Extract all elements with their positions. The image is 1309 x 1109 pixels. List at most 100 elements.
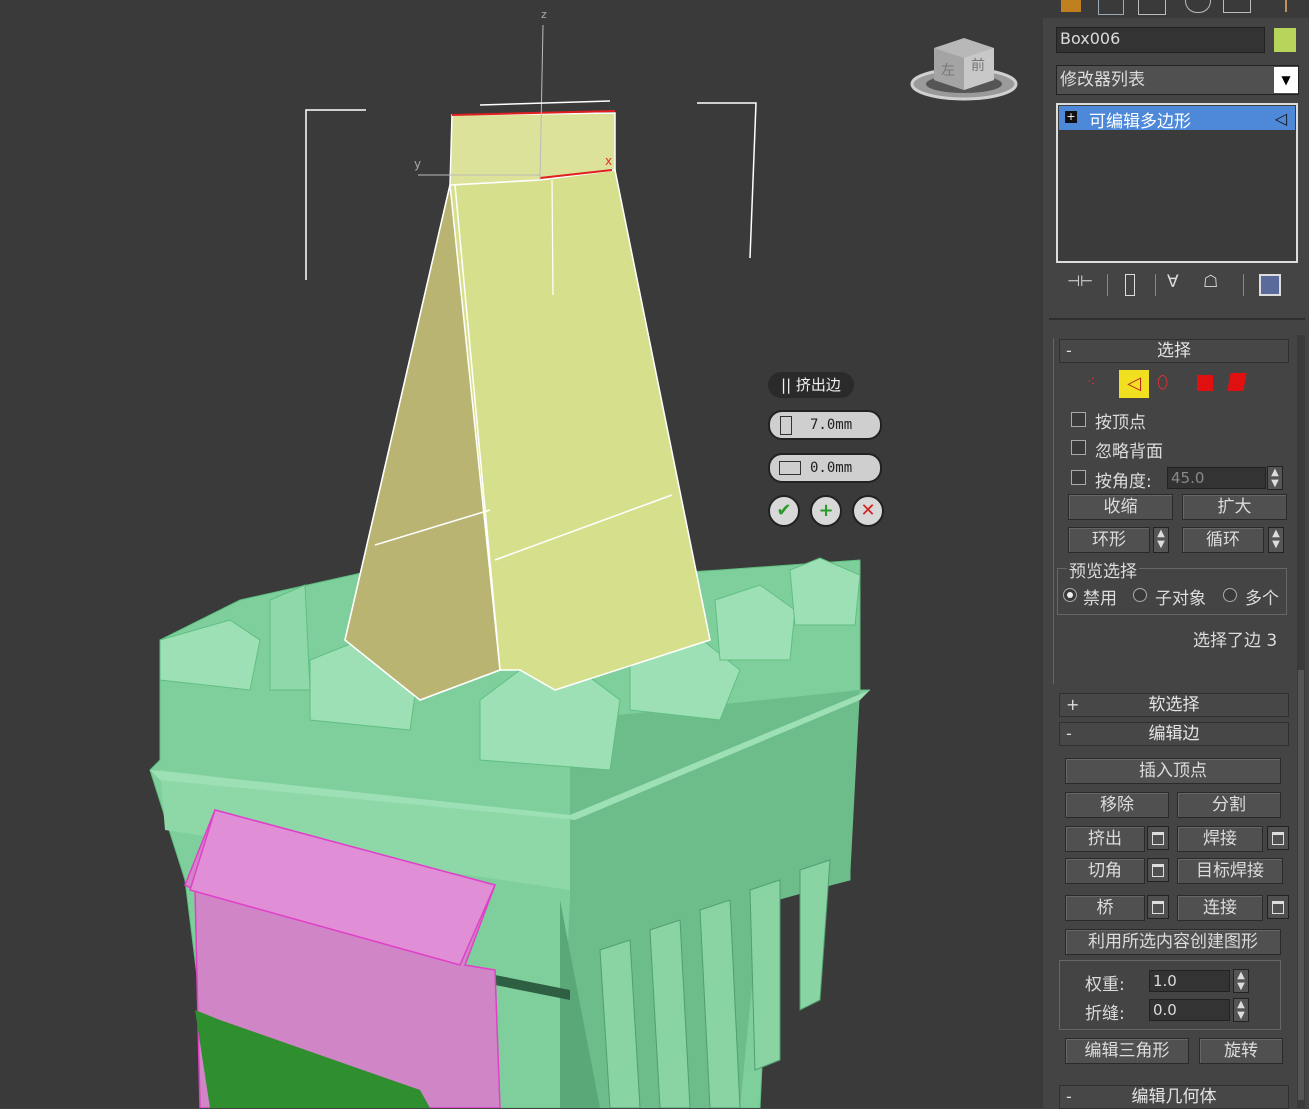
preview-selection-label: 预览选择: [1067, 557, 1139, 582]
angle-value-field[interactable]: 45.0: [1167, 467, 1266, 489]
connect-button[interactable]: 连接: [1177, 895, 1263, 921]
configure-sets-icon[interactable]: [1259, 274, 1281, 296]
tower-model-render: z y x 左 前: [0, 0, 1043, 1108]
make-unique-icon[interactable]: ∀: [1167, 272, 1179, 292]
caddy-ok-button[interactable]: ✔: [768, 495, 800, 527]
modifier-stack[interactable]: + 可编辑多边形 ◁: [1056, 103, 1298, 263]
soft-selection-rollout-header[interactable]: + 软选择: [1059, 693, 1289, 717]
display-tab-icon[interactable]: [1223, 0, 1251, 13]
crease-field[interactable]: 0.0: [1149, 999, 1230, 1021]
show-end-result-icon[interactable]: [1125, 274, 1135, 296]
pin-stack-icon[interactable]: ⊣⊢: [1067, 272, 1093, 290]
edit-geometry-rollout-header[interactable]: - 编辑几何体: [1059, 1085, 1289, 1109]
extrude-height-value: 7.0mm: [810, 417, 853, 433]
weight-field[interactable]: 1.0: [1149, 970, 1230, 992]
panel-scrollbar-thumb[interactable]: [1298, 670, 1304, 1100]
object-name-field[interactable]: Box006: [1056, 27, 1265, 53]
grow-button[interactable]: 扩大: [1182, 494, 1287, 520]
border-mode-icon[interactable]: ⬯: [1157, 372, 1168, 393]
preview-subobject-radio[interactable]: [1133, 588, 1147, 602]
modifier-list-dropdown[interactable]: 修改器列表 ▼: [1056, 65, 1299, 95]
width-icon: [779, 461, 801, 475]
axis-x-label: x: [605, 154, 612, 168]
preview-multi-radio[interactable]: [1223, 588, 1237, 602]
create-shape-button[interactable]: 利用所选内容创建图形: [1065, 929, 1281, 955]
weight-spinner[interactable]: ▲ ▼: [1233, 969, 1249, 993]
extrude-height-field[interactable]: 7.0mm: [768, 410, 882, 440]
weld-settings-button[interactable]: [1267, 826, 1289, 850]
chevron-down-icon[interactable]: ▼: [1274, 67, 1298, 93]
target-weld-button[interactable]: 目标焊接: [1177, 858, 1283, 884]
viewcube-front-label: 前: [971, 57, 985, 74]
preview-disabled-label: 禁用: [1083, 589, 1117, 609]
utilities-tab-icon[interactable]: [1265, 0, 1287, 12]
preview-disabled-radio[interactable]: [1063, 588, 1077, 602]
extrude-width-field[interactable]: 0.0mm: [768, 453, 882, 483]
loop-button[interactable]: 循环: [1182, 527, 1264, 553]
edit-geometry-title: 编辑几何体: [1131, 1087, 1217, 1107]
polygon-mode-icon[interactable]: [1197, 375, 1213, 391]
soft-selection-title: 软选择: [1148, 695, 1200, 715]
bridge-button[interactable]: 桥: [1065, 895, 1145, 921]
cross-icon: ✕: [860, 500, 876, 521]
crease-label: 折缝:: [1085, 1004, 1125, 1024]
weld-button[interactable]: 焊接: [1177, 826, 1263, 852]
ring-button[interactable]: 环形: [1068, 527, 1150, 553]
connect-settings-button[interactable]: [1267, 895, 1289, 919]
extrude-width-value: 0.0mm: [810, 460, 853, 476]
by-vertex-checkbox[interactable]: [1071, 412, 1086, 427]
element-mode-icon[interactable]: [1227, 373, 1247, 391]
command-panel: Box006 修改器列表 ▼ + 可编辑多边形 ◁ ⊣⊢ ∀ ☖ - 选择 ⁖ ◁…: [1043, 0, 1309, 1109]
extrude-button[interactable]: 挤出: [1065, 826, 1145, 852]
perspective-viewport[interactable]: z y x 左 前 || 挤出边 7.0mm 0.0mm ✔ + ✕: [0, 0, 1043, 1108]
stack-toolbar: ⊣⊢ ∀ ☖: [1063, 272, 1293, 298]
edit-edges-title: 编辑边: [1148, 724, 1200, 744]
crease-spinner[interactable]: ▲ ▼: [1233, 998, 1249, 1022]
axis-z-label: z: [541, 8, 547, 21]
ring-spinner[interactable]: ▲ ▼: [1153, 527, 1169, 553]
modify-tab-icon[interactable]: [1098, 0, 1124, 15]
check-icon: ✔: [776, 500, 792, 521]
plus-icon: +: [818, 500, 834, 521]
shrink-button[interactable]: 收缩: [1068, 494, 1173, 520]
object-color-swatch[interactable]: [1274, 28, 1296, 52]
turn-button[interactable]: 旋转: [1199, 1038, 1283, 1064]
panel-scrollbar[interactable]: [1297, 335, 1305, 1108]
motion-tab-icon[interactable]: [1185, 0, 1211, 13]
ignore-backfacing-label: 忽略背面: [1095, 442, 1163, 462]
angle-spinner[interactable]: ▲ ▼: [1267, 466, 1283, 490]
caddy-cancel-button[interactable]: ✕: [852, 495, 884, 527]
selection-rollout-header[interactable]: - 选择: [1059, 339, 1289, 363]
loop-spinner[interactable]: ▲ ▼: [1268, 527, 1284, 553]
stack-item-label: 可编辑多边形: [1089, 112, 1191, 132]
extrude-edges-caddy: || 挤出边 7.0mm 0.0mm ✔ + ✕: [768, 372, 888, 532]
vertex-mode-icon[interactable]: ⁖: [1087, 374, 1095, 390]
hierarchy-tab-icon[interactable]: [1138, 0, 1166, 15]
edge-mode-icon: ◁: [1274, 109, 1287, 128]
ignore-backfacing-checkbox[interactable]: [1071, 440, 1086, 455]
expand-icon[interactable]: +: [1065, 111, 1077, 123]
preview-multi-label: 多个: [1245, 589, 1279, 609]
viewcube-left-label: 左: [941, 63, 955, 79]
extrude-settings-button[interactable]: [1147, 826, 1169, 850]
chamfer-button[interactable]: 切角: [1065, 858, 1145, 884]
caddy-title: || 挤出边: [768, 372, 854, 398]
remove-button[interactable]: 移除: [1065, 792, 1169, 818]
remove-modifier-icon[interactable]: ☖: [1203, 272, 1218, 292]
edit-triangles-button[interactable]: 编辑三角形: [1065, 1038, 1189, 1064]
chamfer-settings-button[interactable]: [1147, 858, 1169, 882]
stack-item-editable-poly[interactable]: + 可编辑多边形 ◁: [1059, 106, 1295, 132]
insert-vertex-button[interactable]: 插入顶点: [1065, 758, 1281, 784]
command-panel-tabs: [1043, 0, 1309, 18]
selection-rollout-title: 选择: [1157, 341, 1191, 361]
edit-edges-rollout-header[interactable]: - 编辑边: [1059, 722, 1289, 746]
edge-mode-button[interactable]: ◁: [1119, 370, 1149, 398]
subobject-level-icons: ⁖ ◁ ⬯: [1085, 370, 1255, 398]
bridge-settings-button[interactable]: [1147, 895, 1169, 919]
preview-subobject-label: 子对象: [1155, 589, 1206, 609]
by-angle-checkbox[interactable]: [1071, 470, 1086, 485]
axis-y-label: y: [414, 157, 421, 171]
create-tab-icon[interactable]: [1061, 0, 1081, 12]
caddy-apply-button[interactable]: +: [810, 495, 842, 527]
split-button[interactable]: 分割: [1177, 792, 1281, 818]
